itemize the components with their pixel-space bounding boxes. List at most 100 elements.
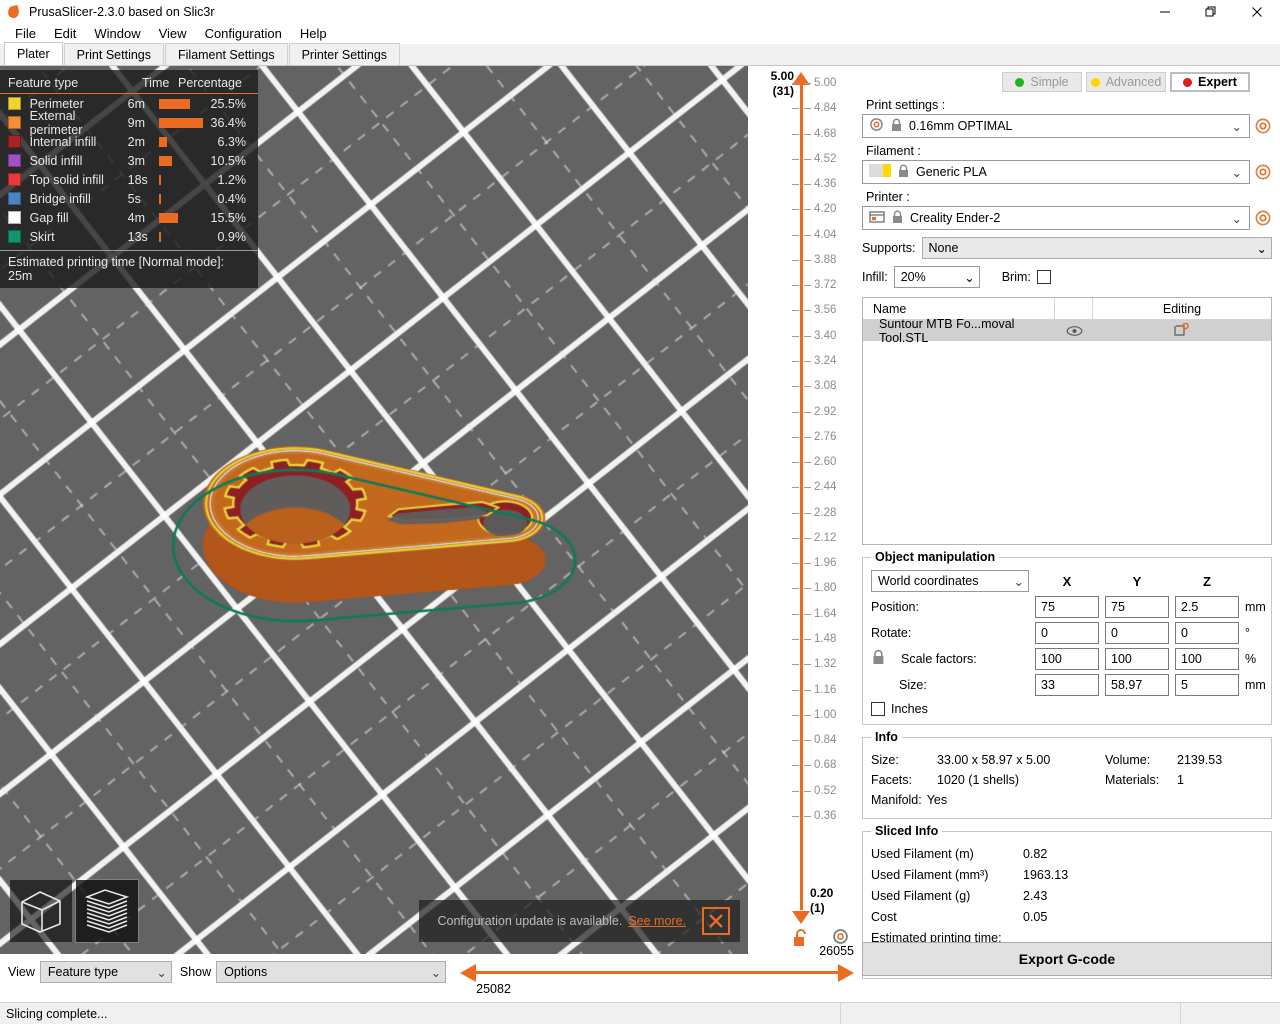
show-options-select[interactable]: Options ⌄ bbox=[216, 961, 446, 983]
move-slider[interactable]: 26055 25082 bbox=[460, 954, 856, 990]
legend-feature-time: 6m bbox=[128, 97, 160, 111]
menu-item-help[interactable]: Help bbox=[291, 24, 336, 44]
mode-button-simple[interactable]: Simple bbox=[1002, 72, 1082, 92]
filament-edit-gear-icon[interactable] bbox=[1254, 163, 1272, 181]
legend-feature-time: 18s bbox=[128, 173, 160, 187]
print-settings-select[interactable]: 0.16mm OPTIMAL ⌄ bbox=[862, 114, 1250, 138]
size-z-input[interactable]: 5 bbox=[1175, 674, 1239, 696]
mode-label-advanced: Advanced bbox=[1106, 75, 1162, 89]
layer-slider-lower-handle[interactable] bbox=[792, 911, 810, 924]
eye-icon[interactable] bbox=[1055, 325, 1093, 337]
menu-item-view[interactable]: View bbox=[150, 24, 196, 44]
legend-feature-name: Gap fill bbox=[30, 211, 128, 225]
layer-tick: 3.40 bbox=[814, 330, 836, 342]
settings-modifier-icon[interactable] bbox=[1093, 323, 1271, 338]
tab-filament-settings[interactable]: Filament Settings bbox=[165, 43, 288, 65]
toast-see-more-link[interactable]: See more. bbox=[628, 914, 686, 928]
brim-checkbox[interactable] bbox=[1037, 270, 1051, 284]
tab-plater[interactable]: Plater bbox=[4, 42, 63, 65]
title-bar: PrusaSlicer-2.3.0 based on Slic3r bbox=[0, 0, 1280, 24]
view-type-select[interactable]: Feature type ⌄ bbox=[40, 961, 172, 983]
supports-select[interactable]: None ⌄ bbox=[922, 237, 1272, 259]
scale-x-input[interactable]: 100 bbox=[1035, 648, 1099, 670]
object-manipulation-grid: World coordinates ⌄ X Y Z Position: 75 7… bbox=[871, 570, 1263, 696]
object-list[interactable]: Name Editing Suntour MTB Fo...moval Tool… bbox=[862, 297, 1272, 545]
size-unit: mm bbox=[1245, 678, 1279, 692]
status-message: Slicing complete... bbox=[0, 1007, 840, 1021]
legend-feature-name: Bridge infill bbox=[30, 192, 128, 206]
scale-label-wrap: Scale factors: bbox=[871, 649, 1029, 669]
solid-view-icon[interactable] bbox=[10, 880, 72, 942]
estimated-print-time: Estimated printing time [Normal mode]: 2… bbox=[0, 250, 258, 286]
feature-type-legend: Feature type Time Percentage Perimeter6m… bbox=[0, 70, 258, 288]
legend-feature-time: 4m bbox=[128, 211, 160, 225]
position-x-input[interactable]: 75 bbox=[1035, 596, 1099, 618]
printer-edit-gear-icon[interactable] bbox=[1254, 209, 1272, 227]
mode-button-expert[interactable]: Expert bbox=[1170, 72, 1250, 92]
legend-feature-percentage: 36.4% bbox=[207, 116, 250, 130]
info-manifold-line: Manifold: Yes bbox=[871, 790, 1263, 810]
legend-feature-name: Solid infill bbox=[30, 154, 128, 168]
menu-item-file[interactable]: File bbox=[6, 24, 45, 44]
yellow-dot-icon bbox=[1091, 78, 1100, 87]
rotate-z-input[interactable]: 0 bbox=[1175, 622, 1239, 644]
legend-rows: Perimeter6m25.5%External perimeter9m36.4… bbox=[0, 94, 258, 246]
legend-color-swatch bbox=[8, 116, 21, 129]
filament-select[interactable]: Generic PLA ⌄ bbox=[862, 160, 1250, 184]
tab-print-settings[interactable]: Print Settings bbox=[64, 43, 164, 65]
move-slider-upper-handle[interactable] bbox=[838, 964, 854, 982]
size-y-input[interactable]: 58.97 bbox=[1105, 674, 1169, 696]
layer-tick: 3.72 bbox=[814, 279, 836, 291]
mode-button-advanced[interactable]: Advanced bbox=[1086, 72, 1166, 92]
legend-bar bbox=[159, 175, 207, 185]
layer-tick: 1.96 bbox=[814, 557, 836, 569]
3d-viewport[interactable]: Feature type Time Percentage Perimeter6m… bbox=[0, 66, 748, 954]
menu-item-edit[interactable]: Edit bbox=[45, 24, 85, 44]
infill-select[interactable]: 20% ⌄ bbox=[894, 266, 980, 288]
rotate-y-input[interactable]: 0 bbox=[1105, 622, 1169, 644]
legend-feature-percentage: 25.5% bbox=[207, 97, 250, 111]
info-manifold-label: Manifold: bbox=[871, 790, 922, 810]
supports-label: Supports: bbox=[862, 241, 916, 255]
scale-y-input[interactable]: 100 bbox=[1105, 648, 1169, 670]
coordinate-space-select[interactable]: World coordinates ⌄ bbox=[871, 570, 1029, 592]
minimize-icon[interactable] bbox=[1142, 0, 1188, 24]
export-gcode-button[interactable]: Export G-code bbox=[862, 942, 1272, 976]
position-label: Position: bbox=[871, 600, 1029, 614]
menu-item-window[interactable]: Window bbox=[85, 24, 149, 44]
toast-message: Configuration update is available. bbox=[437, 914, 622, 928]
chevron-down-icon: ⌄ bbox=[1232, 211, 1245, 226]
layer-tick: 2.12 bbox=[814, 532, 836, 544]
status-bar: Slicing complete... bbox=[0, 1002, 1280, 1024]
position-z-input[interactable]: 2.5 bbox=[1175, 596, 1239, 618]
lock-icon bbox=[897, 164, 910, 181]
tab-printer-settings[interactable]: Printer Settings bbox=[289, 43, 400, 65]
scale-z-input[interactable]: 100 bbox=[1175, 648, 1239, 670]
close-icon[interactable] bbox=[1234, 0, 1280, 24]
legend-bar bbox=[159, 99, 207, 109]
move-slider-lower-handle[interactable] bbox=[460, 964, 476, 982]
print-settings-edit-gear-icon[interactable] bbox=[1254, 117, 1272, 135]
layer-slider[interactable]: 5.00 (31) 5.004.844.684.524.364.204.043.… bbox=[748, 66, 856, 954]
table-row[interactable]: Suntour MTB Fo...moval Tool.STL bbox=[863, 320, 1271, 341]
printer-select[interactable]: Creality Ender-2 ⌄ bbox=[862, 206, 1250, 230]
info-size-line: Size: 33.00 x 58.97 x 5.00 Volume: 2139.… bbox=[871, 750, 1263, 770]
uniform-scale-lock-icon[interactable] bbox=[871, 649, 887, 669]
prusaslicer-window: PrusaSlicer-2.3.0 based on Slic3r File E… bbox=[0, 0, 1280, 1024]
supports-value: None bbox=[929, 241, 959, 255]
move-slider-track[interactable] bbox=[476, 971, 840, 974]
layer-slider-track[interactable] bbox=[800, 78, 803, 910]
legend-color-swatch bbox=[8, 135, 21, 148]
inches-checkbox[interactable] bbox=[871, 702, 885, 716]
inches-row: Inches bbox=[871, 702, 1263, 716]
legend-feature-percentage: 0.4% bbox=[207, 192, 250, 206]
maximize-icon[interactable] bbox=[1188, 0, 1234, 24]
menu-item-configuration[interactable]: Configuration bbox=[196, 24, 291, 44]
rotate-x-input[interactable]: 0 bbox=[1035, 622, 1099, 644]
close-icon[interactable] bbox=[702, 907, 730, 935]
unlocked-icon[interactable] bbox=[792, 928, 810, 948]
legend-feature-time: 9m bbox=[128, 116, 160, 130]
size-x-input[interactable]: 33 bbox=[1035, 674, 1099, 696]
preview-layers-icon[interactable] bbox=[76, 880, 138, 942]
position-y-input[interactable]: 75 bbox=[1105, 596, 1169, 618]
